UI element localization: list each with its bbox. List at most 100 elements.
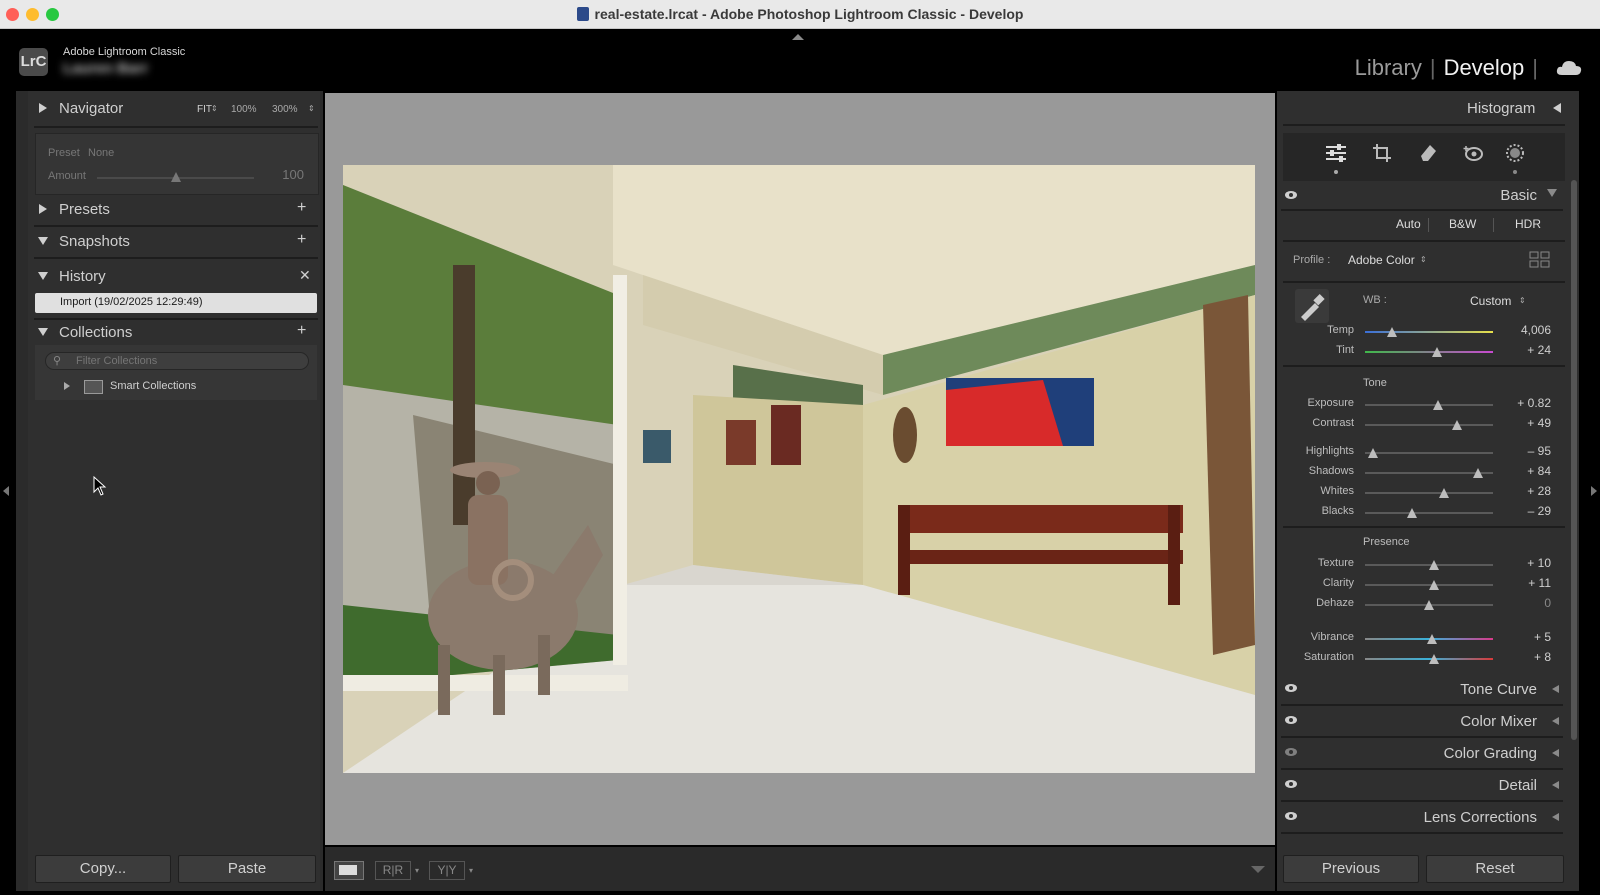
color-grading-expand-icon[interactable] <box>1552 749 1559 757</box>
profile-dropdown[interactable]: Adobe Color <box>1348 253 1415 267</box>
smart-collections-item[interactable]: Smart Collections <box>110 380 196 392</box>
compare-dropdown-icon[interactable]: ▾ <box>469 866 473 875</box>
zoom-300[interactable]: 300% <box>272 104 298 115</box>
collections-title[interactable]: Collections <box>59 324 132 341</box>
contrast-slider-thumb[interactable] <box>1452 420 1463 430</box>
before-after-dropdown-icon[interactable]: ▾ <box>415 866 419 875</box>
loupe-view-icon[interactable] <box>334 861 364 880</box>
highlights-value[interactable]: – 95 <box>1501 444 1551 458</box>
compare-view-icon[interactable]: Y|Y <box>429 861 465 880</box>
tint-slider-thumb[interactable] <box>1431 347 1442 357</box>
presets-expand-icon[interactable] <box>39 204 47 214</box>
wb-dropdown[interactable]: Custom <box>1470 294 1511 308</box>
color-mixer-expand-icon[interactable] <box>1552 717 1559 725</box>
reset-button[interactable]: Reset <box>1426 855 1564 883</box>
history-title[interactable]: History <box>59 268 106 285</box>
vibrance-value[interactable]: + 5 <box>1501 630 1551 644</box>
lens-corrections-panel[interactable]: Lens Corrections <box>1281 804 1563 834</box>
navigator-title[interactable]: Navigator <box>59 100 123 117</box>
navigator-expand-icon[interactable] <box>39 103 47 113</box>
collapse-right-arrow-icon[interactable] <box>1591 486 1597 496</box>
shadows-slider-thumb[interactable] <box>1472 468 1483 478</box>
lens-corrections-visibility-icon[interactable] <box>1285 812 1297 820</box>
mask-icon[interactable] <box>1505 143 1525 163</box>
contrast-value[interactable]: + 49 <box>1501 416 1551 430</box>
zoom-100[interactable]: 100% <box>231 104 257 115</box>
history-item[interactable]: Import (19/02/2025 12:29:49) <box>35 293 317 313</box>
tone-curve-expand-icon[interactable] <box>1552 685 1559 693</box>
clear-history-icon[interactable]: ✕ <box>299 267 311 284</box>
clarity-slider-thumb[interactable] <box>1429 580 1440 590</box>
temp-slider-track[interactable] <box>1365 331 1493 333</box>
auto-button[interactable]: Auto <box>1396 217 1421 231</box>
blacks-value[interactable]: – 29 <box>1501 504 1551 518</box>
bw-button[interactable]: B&W <box>1449 217 1476 231</box>
crop-icon[interactable] <box>1372 143 1392 163</box>
profile-chevron-icon[interactable]: ⇕ <box>1420 255 1427 264</box>
collapse-top-arrow-icon[interactable] <box>792 34 804 40</box>
filter-collections-input[interactable] <box>45 352 309 370</box>
collections-collapse-icon[interactable] <box>38 328 48 336</box>
tint-slider-track[interactable] <box>1365 351 1493 353</box>
saturation-value[interactable]: + 8 <box>1501 650 1551 664</box>
smart-collections-expand-icon[interactable] <box>64 382 70 390</box>
color-mixer-visibility-icon[interactable] <box>1285 716 1297 724</box>
texture-value[interactable]: + 10 <box>1501 556 1551 570</box>
dehaze-value[interactable]: 0 <box>1501 596 1551 610</box>
red-eye-icon[interactable] <box>1462 143 1484 163</box>
contrast-slider-track[interactable] <box>1365 424 1493 426</box>
whites-slider-thumb[interactable] <box>1439 488 1450 498</box>
sliders-icon[interactable] <box>1325 143 1347 163</box>
toolbar-options-icon[interactable] <box>1251 866 1265 873</box>
shadows-value[interactable]: + 84 <box>1501 464 1551 478</box>
profile-browser-icon[interactable] <box>1529 251 1551 269</box>
snapshots-title[interactable]: Snapshots <box>59 233 130 250</box>
temp-value[interactable]: 4,006 <box>1501 323 1551 337</box>
zoom-fit-chevron-icon[interactable]: ⇕ <box>211 104 218 113</box>
blacks-slider-thumb[interactable] <box>1407 508 1418 518</box>
snapshots-collapse-icon[interactable] <box>38 237 48 245</box>
wb-chevron-icon[interactable]: ⇕ <box>1519 296 1526 305</box>
vibrance-slider-thumb[interactable] <box>1426 634 1437 644</box>
exposure-slider-track[interactable] <box>1365 404 1493 406</box>
tone-curve-panel[interactable]: Tone Curve <box>1281 676 1563 706</box>
lens-corrections-expand-icon[interactable] <box>1552 813 1559 821</box>
history-collapse-icon[interactable] <box>38 272 48 280</box>
eraser-icon[interactable] <box>1418 143 1438 163</box>
add-preset-icon[interactable]: + <box>297 199 306 217</box>
color-grading-visibility-icon[interactable] <box>1285 748 1297 756</box>
main-photo[interactable] <box>343 165 1255 773</box>
histogram-expand-icon[interactable] <box>1553 103 1561 113</box>
tint-value[interactable]: + 24 <box>1501 343 1551 357</box>
tone-curve-visibility-icon[interactable] <box>1285 684 1297 692</box>
presets-title[interactable]: Presets <box>59 201 110 218</box>
whites-value[interactable]: + 28 <box>1501 484 1551 498</box>
clarity-value[interactable]: + 11 <box>1501 576 1551 590</box>
basic-collapse-icon[interactable] <box>1547 189 1557 197</box>
exposure-value[interactable]: + 0.82 <box>1501 396 1551 410</box>
hdr-button[interactable]: HDR <box>1515 217 1541 231</box>
basic-panel-header[interactable]: Basic <box>1281 183 1563 211</box>
add-collection-icon[interactable]: + <box>297 322 306 340</box>
cloud-icon[interactable] <box>1556 60 1582 76</box>
previous-button[interactable]: Previous <box>1283 855 1419 883</box>
copy-button[interactable]: Copy... <box>35 855 171 883</box>
whites-slider-track[interactable] <box>1365 492 1493 494</box>
right-panel-scrollbar[interactable] <box>1571 180 1577 740</box>
detail-visibility-icon[interactable] <box>1285 780 1297 788</box>
module-develop[interactable]: Develop <box>1444 55 1525 80</box>
wb-eyedropper-icon[interactable] <box>1295 289 1329 323</box>
zoom-chevron-icon[interactable]: ⇕ <box>308 104 315 113</box>
amount-slider-thumb[interactable] <box>170 172 181 182</box>
basic-visibility-icon[interactable] <box>1285 191 1297 199</box>
highlights-slider-thumb[interactable] <box>1367 448 1378 458</box>
texture-slider-thumb[interactable] <box>1429 560 1440 570</box>
detail-expand-icon[interactable] <box>1552 781 1559 789</box>
saturation-slider-thumb[interactable] <box>1429 654 1440 664</box>
highlights-slider-track[interactable] <box>1365 452 1493 454</box>
exposure-slider-thumb[interactable] <box>1432 400 1443 410</box>
detail-panel[interactable]: Detail <box>1281 772 1563 802</box>
color-grading-panel[interactable]: Color Grading <box>1281 740 1563 770</box>
module-library[interactable]: Library <box>1355 55 1422 80</box>
temp-slider-thumb[interactable] <box>1386 327 1397 337</box>
